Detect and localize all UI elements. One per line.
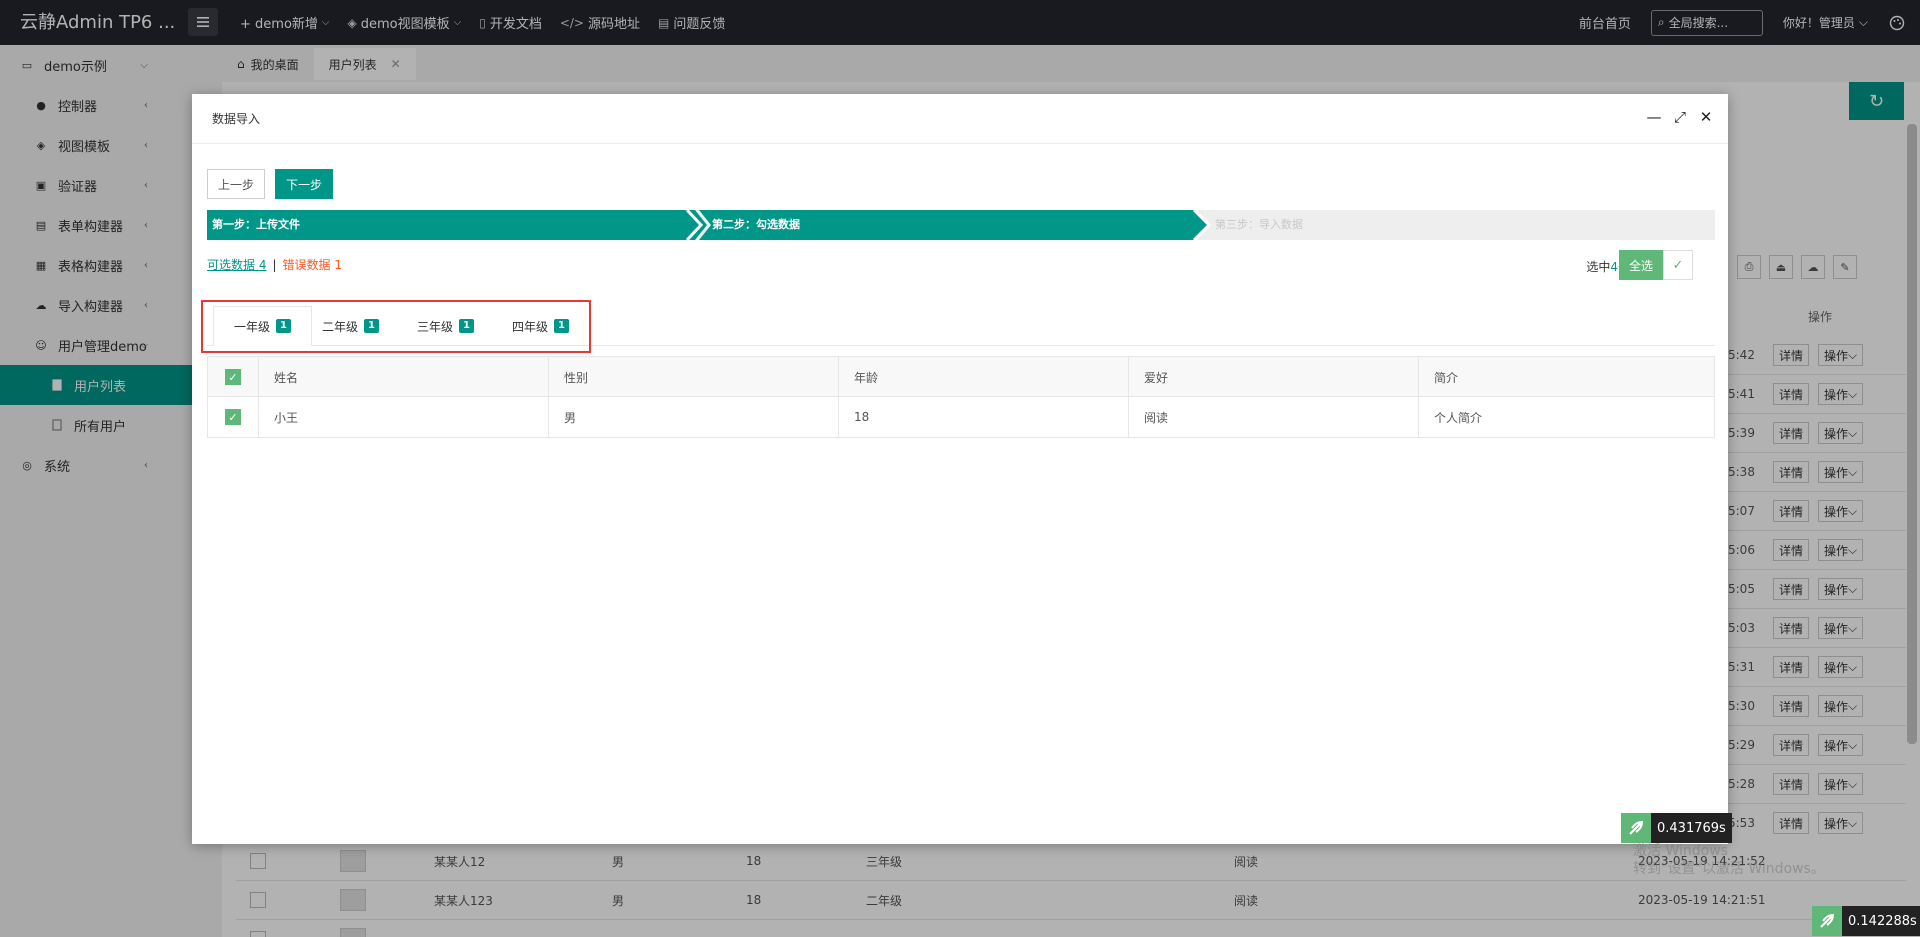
watermark-line-1: 激活 Windows	[1633, 843, 1728, 859]
row-checkbox[interactable]: ✓	[225, 409, 241, 425]
cell-hobby: 阅读	[1128, 397, 1418, 437]
select-all-button[interactable]: 全选	[1619, 250, 1663, 280]
maximize-icon[interactable]: ⤢	[1672, 108, 1688, 126]
import-data-table: ✓ 姓名 性别 年龄 爱好 简介 ✓ 小王 男 18 阅读 个人简介	[207, 356, 1715, 438]
prev-step-button[interactable]: 上一步	[207, 169, 265, 199]
page-timer: 0.142288s	[1812, 906, 1920, 936]
leaf-icon	[1621, 813, 1651, 843]
cell-intro: 个人简介	[1418, 397, 1714, 437]
activation-watermark: 激活 Windows 转到"设置"以激活 Windows。	[1633, 842, 1833, 878]
column-header-gender: 性别	[548, 357, 838, 397]
header-checkbox-cell: ✓	[208, 357, 258, 397]
modal-controls: — ⤢ ✕	[1646, 108, 1714, 126]
cell-age: 18	[838, 397, 1128, 437]
step-progress: 第一步：上传文件 第二步：勾选数据 第三步：导入数据	[207, 210, 1715, 240]
step-3-label: 第三步：导入数据	[1215, 218, 1303, 231]
step-arrows	[207, 210, 1715, 240]
column-header-intro: 简介	[1418, 357, 1714, 397]
close-icon[interactable]: ✕	[1698, 108, 1714, 126]
page-timer-value: 0.142288s	[1842, 906, 1920, 936]
column-header-age: 年龄	[838, 357, 1128, 397]
selected-number: 4	[1610, 260, 1618, 274]
modal-title: 数据导入	[192, 94, 1728, 144]
select-all-check-icon[interactable]: ✓	[1663, 250, 1693, 280]
step-2-label: 第二步：勾选数据	[712, 218, 800, 231]
cell-name: 小王	[258, 397, 548, 437]
error-data-link[interactable]: 错误数据 1	[283, 256, 342, 273]
modal-title-text: 数据导入	[212, 112, 261, 126]
count-separator: |	[272, 257, 277, 272]
valid-data-link[interactable]: 可选数据 4	[207, 256, 266, 273]
row-checkbox-cell: ✓	[208, 397, 258, 437]
header-checkbox[interactable]: ✓	[225, 369, 241, 385]
modal-timer: 0.431769s	[1621, 813, 1732, 843]
leaf-icon	[1812, 906, 1842, 936]
watermark-line-2: 转到"设置"以激活 Windows。	[1633, 861, 1825, 877]
selected-prefix: 选中	[1586, 260, 1611, 274]
step-1-label: 第一步：上传文件	[212, 218, 300, 231]
cell-gender: 男	[548, 397, 838, 437]
table-header-row: ✓ 姓名 性别 年龄 爱好 简介	[208, 357, 1714, 397]
column-header-hobby: 爱好	[1128, 357, 1418, 397]
minimize-icon[interactable]: —	[1646, 108, 1662, 126]
modal-timer-value: 0.431769s	[1651, 813, 1732, 843]
highlight-box	[201, 300, 591, 353]
column-header-name: 姓名	[258, 357, 548, 397]
next-step-button[interactable]: 下一步	[275, 169, 333, 199]
data-counts: 可选数据 4 | 错误数据 1	[207, 256, 342, 273]
import-modal: 数据导入 — ⤢ ✕ 上一步 下一步 第一步：上传文件 第二步：勾选数据 第三步…	[192, 94, 1728, 844]
table-row[interactable]: ✓ 小王 男 18 阅读 个人简介	[208, 397, 1714, 437]
